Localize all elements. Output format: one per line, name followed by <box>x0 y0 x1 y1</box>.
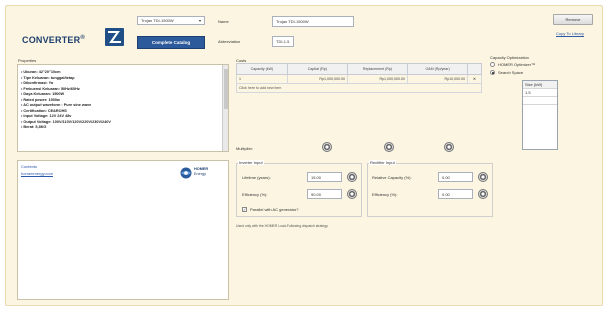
capital-cell[interactable]: Rp1,000,000.00 <box>286 74 348 84</box>
rectifier-efficiency-label: Efficiency (%): <box>372 192 398 197</box>
relative-capacity-field[interactable]: 0.00 <box>438 172 473 182</box>
table-row[interactable]: 1 Rp1,000,000.00 Rp1,000,000.00 Rp10,000… <box>236 74 482 84</box>
scrollbar-thumb[interactable] <box>224 69 228 109</box>
parallel-checkbox[interactable]: ✓ <box>242 207 247 212</box>
name-field[interactable]: Trojan TDI-1500W <box>272 16 354 27</box>
converter-logo-icon <box>105 28 124 46</box>
model-select[interactable]: Trojan TDI-1500W ▾ <box>137 16 205 25</box>
column-header: Capital (Rp) <box>286 63 348 75</box>
lifetime-label: Lifetime (years): <box>242 175 271 180</box>
lifetime-gear-icon[interactable] <box>347 172 357 182</box>
inverter-input-title: Inverter Input <box>238 160 264 165</box>
multiplier-label: Multiplier: <box>236 146 254 151</box>
search-space-list[interactable]: Size (kW) 1.5 <box>522 80 558 150</box>
parallel-label: Parallel with AC generator? <box>250 207 299 212</box>
rectifier-efficiency-field[interactable]: 0.00 <box>438 189 473 199</box>
homer-optimizer-label: HOMER Optimizer™ <box>498 62 536 67</box>
homer-energy-link[interactable]: homerenergy.com <box>21 171 53 176</box>
properties-list: • Ukuran: 42"20"10cm • Tipe Keluaran: tu… <box>21 70 211 131</box>
om-multiplier-gear-icon[interactable] <box>444 142 454 152</box>
column-header: Capacity (kW) <box>236 63 288 75</box>
rectifier-input-group <box>367 163 493 217</box>
column-header: O&M (Rp/year) <box>407 63 469 75</box>
footnote: Used only with the HOMER Load-Following … <box>236 224 329 228</box>
abbreviation-label: Abbreviation <box>218 39 241 44</box>
replacement-multiplier-gear-icon[interactable] <box>384 142 394 152</box>
search-space-radio[interactable] <box>490 70 495 75</box>
column-header: Replacement (Rp) <box>346 63 409 75</box>
inverter-efficiency-gear-icon[interactable] <box>347 189 357 199</box>
delete-row-icon[interactable]: ✕ <box>467 74 482 84</box>
capacity-optimization-title: Capacity Optimization <box>490 55 529 60</box>
relative-capacity-gear-icon[interactable] <box>478 172 488 182</box>
om-cell[interactable]: Rp10,000.00 <box>407 74 469 84</box>
contents-panel <box>17 160 229 300</box>
homer-optimizer-radio[interactable] <box>490 62 495 67</box>
remove-button[interactable]: Remove <box>553 14 593 25</box>
list-header: Size (kW) <box>523 81 557 89</box>
properties-title: Properties <box>18 58 37 63</box>
contents-title: Contents <box>21 164 38 169</box>
column-header <box>467 63 482 75</box>
name-label: Name <box>218 19 229 24</box>
chevron-down-icon: ▾ <box>198 18 201 23</box>
converter-logo-text: CONVERTER® <box>22 35 85 45</box>
capital-multiplier-gear-icon[interactable] <box>322 142 332 152</box>
globe-icon <box>180 167 192 179</box>
inverter-efficiency-field[interactable]: 90.00 <box>307 189 342 199</box>
capacity-cell[interactable]: 1 <box>236 74 288 84</box>
rectifier-input-title: Rectifier Input <box>369 160 396 165</box>
search-space-label: Search Space <box>498 70 524 75</box>
table-row[interactable]: Click here to add new item <box>236 83 482 93</box>
rectifier-efficiency-gear-icon[interactable] <box>478 189 488 199</box>
brand-line-1: HOMER <box>194 167 209 171</box>
add-row-cell[interactable]: Click here to add new item <box>236 83 482 93</box>
list-item: • Berat: 5,8KG <box>21 125 47 129</box>
brand-line-2: Energy <box>194 171 207 176</box>
complete-catalog-button[interactable]: Complete Catalog <box>137 36 205 49</box>
costs-table: Capacity (kW) Capital (Rp) Replacement (… <box>236 63 482 93</box>
replacement-cell[interactable]: Rp1,000,000.00 <box>346 74 409 84</box>
list-item[interactable] <box>523 97 557 105</box>
properties-scrollbar[interactable] <box>222 65 228 151</box>
abbreviation-field[interactable]: TDI-1.5 <box>272 36 294 47</box>
lifetime-field[interactable]: 15.00 <box>307 172 342 182</box>
relative-capacity-label: Relative Capacity (%): <box>372 175 412 180</box>
copy-to-library-link[interactable]: Copy To Library <box>556 31 584 36</box>
list-item[interactable]: 1.5 <box>523 89 557 97</box>
inverter-efficiency-label: Efficiency (%): <box>242 192 268 197</box>
